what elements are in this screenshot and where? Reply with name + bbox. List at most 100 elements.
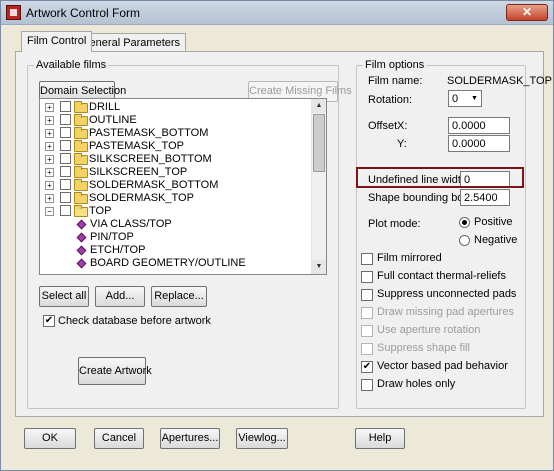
expand-icon[interactable]: + bbox=[45, 181, 54, 190]
film-checkbox[interactable] bbox=[60, 127, 71, 138]
plot-mode-negative-radio[interactable] bbox=[459, 235, 470, 246]
scroll-thumb[interactable] bbox=[313, 114, 325, 172]
tree-item-label: PIN/TOP bbox=[90, 231, 134, 243]
cancel-button[interactable]: Cancel bbox=[94, 428, 144, 449]
expand-icon[interactable]: + bbox=[45, 155, 54, 164]
shape-bounding-box-input[interactable]: 2.5400 bbox=[460, 189, 510, 206]
available-films-legend: Available films bbox=[36, 59, 107, 71]
scroll-up-icon[interactable]: ▲ bbox=[312, 99, 326, 113]
film-mirrored-checkbox[interactable] bbox=[361, 253, 373, 265]
offset-x-input[interactable]: 0.0000 bbox=[448, 117, 510, 134]
film-checkbox[interactable] bbox=[60, 153, 71, 164]
rotation-select[interactable]: 0 ▼ bbox=[448, 90, 482, 107]
check-database-label: Check database before artwork bbox=[58, 315, 211, 327]
rotation-label: Rotation: bbox=[368, 94, 413, 106]
draw-holes-only-checkbox[interactable] bbox=[361, 379, 373, 391]
rotation-value: 0 bbox=[452, 93, 459, 105]
film-name-value: SOLDERMASK_TOP bbox=[447, 75, 552, 87]
films-tree[interactable]: + DRILL + OUTLINE + PASTEMASK_BOTTOM + P… bbox=[39, 98, 327, 275]
tree-item-label: VIA CLASS/TOP bbox=[90, 218, 172, 230]
plot-mode-label: Plot mode: bbox=[368, 218, 421, 230]
tree-item-label: SOLDERMASK_TOP bbox=[89, 192, 194, 204]
full-contact-thermal-reliefs-checkbox[interactable] bbox=[361, 271, 373, 283]
vector-based-pad-behavior-checkbox[interactable]: ✔ bbox=[361, 361, 373, 373]
close-icon[interactable]: ✕ bbox=[506, 4, 548, 21]
tree-item-label: SILKSCREEN_BOTTOM bbox=[89, 153, 212, 165]
offset-y-input[interactable]: 0.0000 bbox=[448, 135, 510, 152]
suppress-unconnected-pads-checkbox[interactable] bbox=[361, 289, 373, 301]
title-bar[interactable]: Artwork Control Form ✕ bbox=[1, 1, 553, 25]
scroll-down-icon[interactable]: ▼ bbox=[312, 260, 326, 274]
folder-icon bbox=[74, 166, 88, 178]
tree-item-label: SILKSCREEN_TOP bbox=[89, 166, 188, 178]
expand-icon[interactable]: + bbox=[45, 116, 54, 125]
tab-film-control[interactable]: Film Control bbox=[21, 31, 93, 52]
use-aperture-rotation-checkbox[interactable] bbox=[361, 325, 373, 337]
help-button[interactable]: Help bbox=[355, 428, 405, 449]
tree-item-label: BOARD GEOMETRY/OUTLINE bbox=[90, 257, 246, 269]
folder-icon bbox=[74, 153, 88, 165]
shape-bounding-box-label: Shape bounding box: bbox=[368, 192, 472, 204]
select-all-button[interactable]: Select all bbox=[39, 286, 89, 307]
replace-button[interactable]: Replace... bbox=[151, 286, 207, 307]
expand-icon[interactable]: + bbox=[45, 129, 54, 138]
film-checkbox[interactable] bbox=[60, 140, 71, 151]
expand-icon[interactable]: + bbox=[45, 194, 54, 203]
film-checkbox[interactable] bbox=[60, 114, 71, 125]
viewlog-button[interactable]: Viewlog... bbox=[236, 428, 288, 449]
film-checkbox[interactable] bbox=[60, 101, 71, 112]
apertures-button[interactable]: Apertures... bbox=[160, 428, 220, 449]
suppress-shape-fill-checkbox[interactable] bbox=[361, 343, 373, 355]
suppress-unconnected-pads-label: Suppress unconnected pads bbox=[377, 288, 517, 300]
folder-icon bbox=[74, 179, 88, 191]
offset-x-label: X: bbox=[397, 120, 408, 132]
use-aperture-rotation-label: Use aperture rotation bbox=[377, 324, 481, 336]
folder-icon bbox=[74, 101, 88, 113]
collapse-icon[interactable]: − bbox=[45, 207, 54, 216]
film-mirrored-label: Film mirrored bbox=[377, 252, 442, 264]
tree-scrollbar[interactable]: ▲ ▼ bbox=[311, 99, 326, 274]
film-checkbox[interactable] bbox=[60, 205, 71, 216]
folder-icon bbox=[74, 140, 88, 152]
add-button[interactable]: Add... bbox=[95, 286, 145, 307]
ok-button[interactable]: OK bbox=[24, 428, 76, 449]
film-checkbox[interactable] bbox=[60, 166, 71, 177]
tree-item-label: ETCH/TOP bbox=[90, 244, 146, 256]
tree-item-label: TOP bbox=[89, 205, 112, 217]
draw-missing-pad-apertures-label: Draw missing pad apertures bbox=[377, 306, 514, 318]
draw-missing-pad-apertures-checkbox[interactable] bbox=[361, 307, 373, 319]
layer-diamond-icon bbox=[76, 219, 87, 230]
tree-item-label: PASTEMASK_TOP bbox=[89, 140, 184, 152]
film-checkbox[interactable] bbox=[60, 179, 71, 190]
window-title: Artwork Control Form bbox=[26, 6, 141, 20]
chevron-down-icon[interactable]: ▼ bbox=[469, 92, 480, 105]
open-folder-icon bbox=[74, 205, 88, 217]
suppress-shape-fill-label: Suppress shape fill bbox=[377, 342, 470, 354]
artwork-control-form-window: Artwork Control Form ✕ Film Control Gene… bbox=[0, 0, 554, 471]
expand-icon[interactable]: + bbox=[45, 103, 54, 112]
full-contact-thermal-reliefs-label: Full contact thermal-reliefs bbox=[377, 270, 506, 282]
expand-icon[interactable]: + bbox=[45, 142, 54, 151]
check-database-checkbox[interactable]: ✔ bbox=[43, 315, 55, 327]
folder-icon bbox=[74, 127, 88, 139]
plot-mode-positive-label: Positive bbox=[474, 216, 513, 228]
highlight-annotation-box bbox=[356, 167, 524, 188]
film-options-legend: Film options bbox=[365, 59, 425, 71]
layer-diamond-icon bbox=[76, 258, 87, 269]
folder-icon bbox=[74, 192, 88, 204]
expand-icon[interactable]: + bbox=[45, 168, 54, 177]
layer-diamond-icon bbox=[76, 232, 87, 243]
plot-mode-positive-radio[interactable] bbox=[459, 217, 470, 228]
tree-item-label: OUTLINE bbox=[89, 114, 137, 126]
layer-diamond-icon bbox=[76, 245, 87, 256]
tree-item-label: PASTEMASK_BOTTOM bbox=[89, 127, 209, 139]
offset-label: Offset bbox=[368, 120, 398, 132]
film-name-label: Film name: bbox=[368, 75, 423, 87]
film-checkbox[interactable] bbox=[60, 192, 71, 203]
folder-icon bbox=[74, 114, 88, 126]
create-artwork-button[interactable]: Create Artwork bbox=[78, 357, 152, 385]
tree-item-label: DRILL bbox=[89, 101, 121, 113]
tree-item-label: SOLDERMASK_BOTTOM bbox=[89, 179, 219, 191]
plot-mode-negative-label: Negative bbox=[474, 234, 518, 246]
app-icon bbox=[6, 5, 21, 20]
